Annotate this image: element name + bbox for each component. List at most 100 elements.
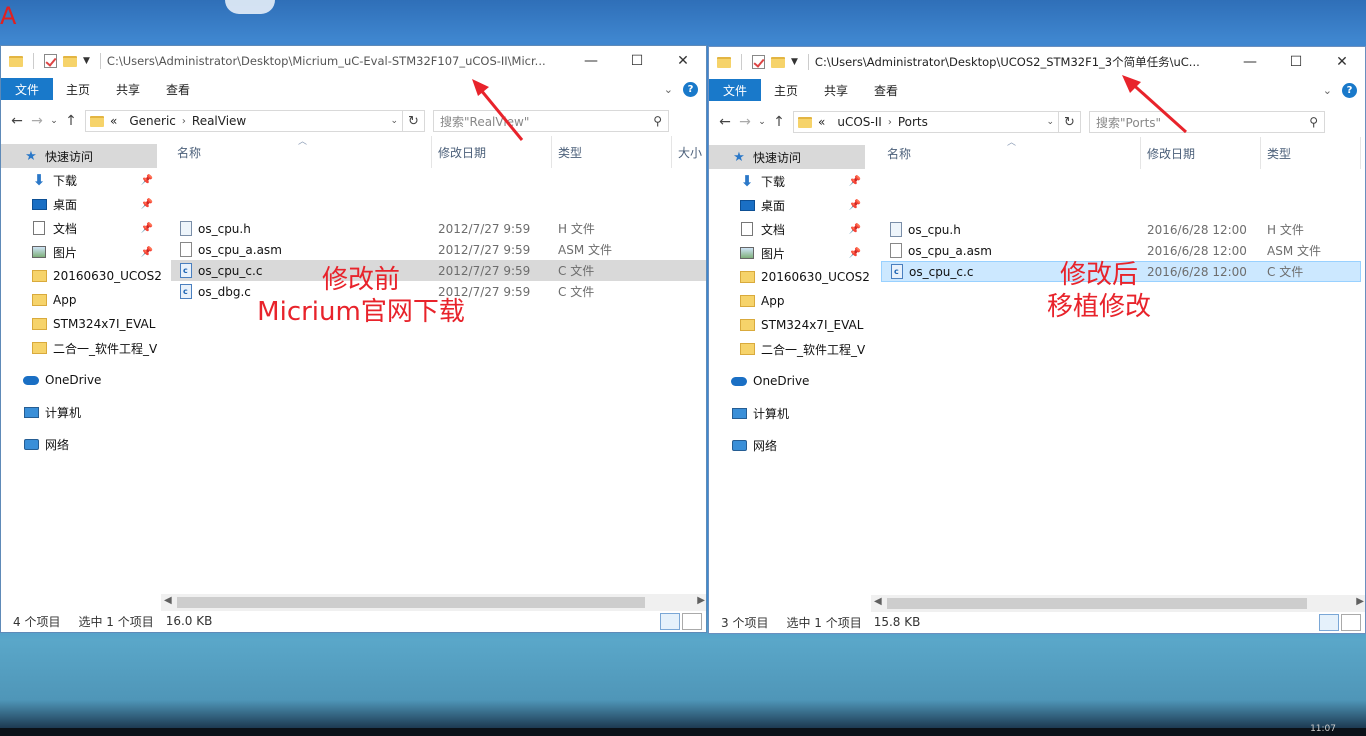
minimize-button[interactable]: — [1227,47,1273,77]
maximize-button[interactable]: ☐ [614,46,660,76]
forward-arrow-icon[interactable]: → [735,114,755,130]
expand-ribbon-icon[interactable]: ⌄ [1323,84,1332,97]
nav-item-folder[interactable]: STM324x7I_EVAL [709,313,869,337]
tab-share[interactable]: 共享 [103,78,153,100]
nav-computer[interactable]: 计算机 [1,400,161,424]
column-divider[interactable] [551,136,552,168]
scrollbar-thumb[interactable] [177,597,645,608]
file-row[interactable]: os_cpu_a.asm 2016/6/28 12:00 ASM 文件 [881,240,1359,261]
file-row[interactable]: os_cpu_a.asm 2012/7/27 9:59 ASM 文件 [171,239,706,260]
tab-home[interactable]: 主页 [53,78,103,100]
breadcrumb-item[interactable]: Ports [892,115,934,129]
search-icon[interactable]: ⚲ [1309,115,1324,129]
nav-item-folder[interactable]: App [709,289,869,313]
address-bar[interactable]: « Generic › RealView ⌄ [85,110,403,132]
nav-item-documents[interactable]: 文档 📌 [709,217,869,241]
recent-locations-icon[interactable]: ⌄ [755,117,769,127]
nav-onedrive[interactable]: OneDrive [709,369,869,393]
help-icon[interactable]: ? [683,81,698,97]
nav-item-desktop[interactable]: 桌面 📌 [1,192,161,216]
up-arrow-icon[interactable]: ↑ [769,114,789,130]
refresh-button[interactable]: ↻ [1059,111,1081,133]
tab-view[interactable]: 查看 [861,79,911,101]
properties-icon[interactable] [752,55,765,69]
tab-view[interactable]: 查看 [153,78,203,100]
taskbar-clock[interactable]: 11:07 [1310,724,1336,734]
minimize-button[interactable]: — [568,46,614,76]
back-arrow-icon[interactable]: ← [7,113,27,129]
new-folder-icon[interactable] [771,56,785,68]
large-icons-view-button[interactable] [1341,614,1361,631]
nav-item-downloads[interactable]: ⬇ 下载 📌 [709,169,869,193]
nav-item-downloads[interactable]: ⬇ 下载 📌 [1,168,161,192]
scrollbar-thumb[interactable] [887,598,1307,609]
nav-item-documents[interactable]: 文档 📌 [1,216,161,240]
breadcrumb-item[interactable]: Generic [123,114,182,128]
nav-item-folder[interactable]: 20160630_UCOS2 [1,264,161,288]
column-date[interactable]: 修改日期 [1147,145,1195,162]
column-name[interactable]: 名称 [887,145,911,162]
scroll-left-icon[interactable]: ◀ [874,596,882,607]
nav-item-pictures[interactable]: 图片 📌 [1,240,161,264]
file-row[interactable]: os_cpu.h 2012/7/27 9:59 H 文件 [171,218,706,239]
back-arrow-icon[interactable]: ← [715,114,735,130]
nav-network[interactable]: 网络 [1,432,161,456]
horizontal-scrollbar[interactable]: ◀ ▶ [871,595,1365,612]
scroll-right-icon[interactable]: ▶ [697,595,705,606]
breadcrumb-overflow[interactable]: « [104,114,123,128]
tab-file[interactable]: 文件 [1,78,54,100]
chevron-down-icon[interactable]: ⌄ [390,116,402,126]
chevron-down-icon[interactable]: ▼ [83,56,90,66]
help-icon[interactable]: ? [1342,82,1357,98]
column-size[interactable]: 大小 [678,144,702,161]
nav-item-folder[interactable]: 二合一_软件工程_V [709,337,869,361]
column-name[interactable]: 名称 [177,144,201,161]
nav-computer[interactable]: 计算机 [709,401,869,425]
nav-item-folder[interactable]: 20160630_UCOS2 [709,265,869,289]
explorer-window-left[interactable]: ▼ C:\Users\Administrator\Desktop\Micrium… [0,45,707,633]
properties-icon[interactable] [44,54,57,68]
nav-item-folder[interactable]: App [1,288,161,312]
file-row[interactable]: os_cpu.h 2016/6/28 12:00 H 文件 [881,219,1359,240]
nav-onedrive[interactable]: OneDrive [1,368,161,392]
scroll-right-icon[interactable]: ▶ [1356,596,1364,607]
column-divider[interactable] [671,136,672,168]
column-divider[interactable] [1260,137,1261,169]
forward-arrow-icon[interactable]: → [27,113,47,129]
nav-quick-access[interactable]: ★ 快速访问 [709,145,865,169]
tab-file[interactable]: 文件 [709,79,762,101]
details-view-button[interactable] [660,613,680,630]
breadcrumb-item[interactable]: RealView [186,114,252,128]
column-divider[interactable] [431,136,432,168]
horizontal-scrollbar[interactable]: ◀ ▶ [161,594,706,611]
breadcrumb-overflow[interactable]: « [812,115,831,129]
address-bar[interactable]: « uCOS-II › Ports ⌄ [793,111,1059,133]
column-divider[interactable] [1360,137,1361,169]
taskbar[interactable]: 11:07 [0,724,1366,736]
tab-home[interactable]: 主页 [761,79,811,101]
nav-item-folder[interactable]: 二合一_软件工程_V [1,336,161,360]
maximize-button[interactable]: ☐ [1273,47,1319,77]
up-arrow-icon[interactable]: ↑ [61,113,81,129]
title-bar[interactable]: ▼ C:\Users\Administrator\Desktop\Micrium… [1,46,706,76]
large-icons-view-button[interactable] [682,613,702,630]
tab-share[interactable]: 共享 [811,79,861,101]
new-folder-icon[interactable] [63,55,77,67]
nav-network[interactable]: 网络 [709,433,869,457]
recent-locations-icon[interactable]: ⌄ [47,116,61,126]
search-icon[interactable]: ⚲ [653,114,668,128]
chevron-down-icon[interactable]: ⌄ [1046,117,1058,127]
chevron-down-icon[interactable]: ▼ [791,57,798,67]
nav-quick-access[interactable]: ★ 快速访问 [1,144,157,168]
explorer-window-right[interactable]: ▼ C:\Users\Administrator\Desktop\UCOS2_S… [708,46,1366,634]
column-type[interactable]: 类型 [1267,145,1291,162]
close-button[interactable]: ✕ [660,46,706,76]
scroll-left-icon[interactable]: ◀ [164,595,172,606]
column-type[interactable]: 类型 [558,144,582,161]
details-view-button[interactable] [1319,614,1339,631]
column-divider[interactable] [1140,137,1141,169]
nav-item-pictures[interactable]: 图片 📌 [709,241,869,265]
nav-item-folder[interactable]: STM324x7I_EVAL [1,312,161,336]
nav-item-desktop[interactable]: 桌面 📌 [709,193,869,217]
expand-ribbon-icon[interactable]: ⌄ [664,83,673,96]
